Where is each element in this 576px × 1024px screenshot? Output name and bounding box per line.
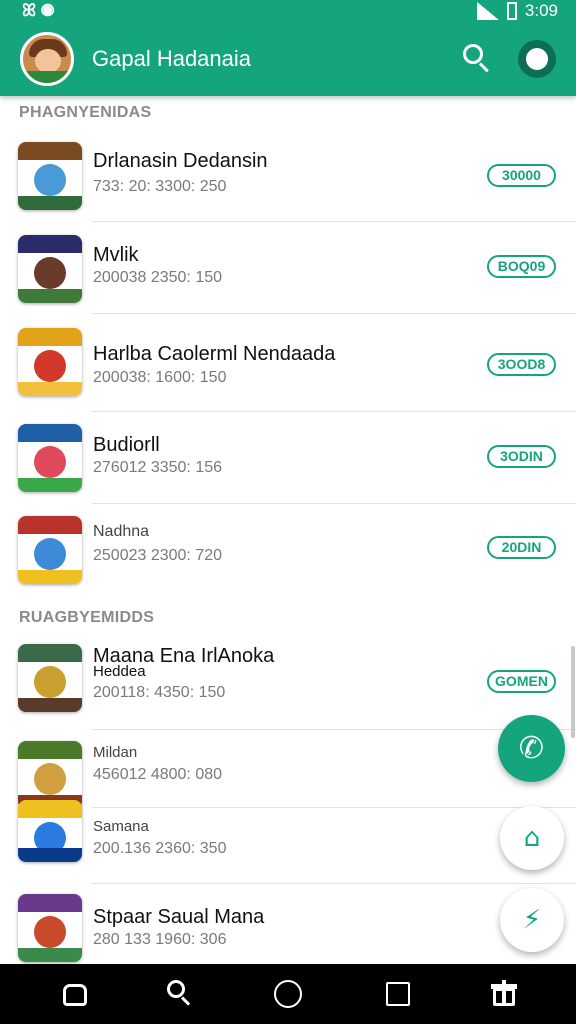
app-name: Drlanasin Dedansin	[93, 150, 268, 172]
app-subname: Heddea	[93, 663, 146, 680]
square-icon[interactable]	[382, 978, 414, 1010]
list-item[interactable]: Mildan 456012 4800: 080	[0, 730, 576, 809]
search-icon[interactable]	[165, 978, 197, 1010]
avatar[interactable]	[20, 32, 74, 86]
section-header: RUAGBYEMIDDS	[19, 609, 155, 626]
app-bar: ꕤ ◉ 3:09 Gapal Hadanaia	[0, 0, 576, 96]
app-thumbnail	[18, 516, 82, 584]
app-thumbnail	[18, 424, 82, 492]
list-item[interactable]: Samana 200.136 2360: 350	[0, 800, 576, 884]
app-thumbnail	[18, 142, 82, 210]
list-item[interactable]: Stpaar Saual Mana 280 133 1960: 306	[0, 884, 576, 964]
status-left-icons: ꕤ ◉	[22, 1, 55, 20]
app-name: Stpaar Saual Mana	[93, 906, 265, 928]
app-meta: 733: 20: 3300: 250	[93, 178, 227, 195]
action-button[interactable]: 3ODIN	[487, 445, 556, 468]
status-time: 3:09	[524, 1, 558, 20]
gift-icon[interactable]	[488, 978, 520, 1010]
app-name: Budiorll	[93, 434, 160, 456]
action-button[interactable]: BOQ09	[487, 255, 556, 278]
phone-icon: ✆	[518, 731, 545, 766]
status-right: 3:09	[476, 1, 558, 21]
list-item[interactable]: Maana Ena IrlAnoka Heddea 200118: 4350: …	[0, 630, 576, 730]
app-meta: 200038 2350: 150	[93, 269, 223, 286]
app-meta: 280 133 1960: 306	[93, 931, 227, 948]
app-name: Harlba Caolerml Nendaada	[93, 343, 336, 365]
house-icon: ⌂	[523, 823, 541, 853]
profile-icon[interactable]	[518, 40, 556, 78]
search-icon[interactable]	[461, 42, 491, 73]
action-button[interactable]: 3OOD8	[487, 353, 556, 376]
battery-icon	[506, 2, 517, 20]
list-item[interactable]: Drlanasin Dedansin 733: 20: 3300: 250 30…	[0, 128, 576, 222]
list-item[interactable]: Mvlik 200038 2350: 150 BOQ09	[0, 222, 576, 314]
app-meta: 200118: 4350: 150	[93, 684, 226, 701]
app-thumbnail	[18, 235, 82, 303]
scrollbar[interactable]	[571, 646, 575, 738]
app-meta: 200038: 1600: 150	[93, 369, 227, 386]
app-name: Nadhna	[93, 523, 150, 540]
circle-icon[interactable]	[272, 978, 304, 1010]
action-button[interactable]: 30000	[487, 164, 556, 187]
page-title: Gapal Hadanaia	[92, 46, 252, 71]
list-item[interactable]: Harlba Caolerml Nendaada 200038: 1600: 1…	[0, 314, 576, 412]
action-button[interactable]: GOMEN	[487, 670, 556, 693]
bolt-icon: ⚡	[522, 905, 542, 935]
action-button[interactable]: 20DIN	[487, 536, 556, 559]
app-thumbnail	[18, 328, 82, 396]
app-thumbnail	[18, 800, 82, 862]
app-thumbnail	[18, 894, 82, 962]
home-fab[interactable]: ⌂	[500, 806, 564, 870]
app-name: Mildan	[93, 744, 138, 761]
list-item[interactable]: Nadhna 250023 2300: 720 20DIN	[0, 504, 576, 594]
signal-icon	[476, 2, 499, 20]
app-meta: 250023 2300: 720	[93, 547, 223, 564]
bolt-fab[interactable]: ⚡	[500, 888, 564, 952]
status-bar: ꕤ ◉ 3:09	[0, 0, 576, 24]
app-name: Mvlik	[93, 244, 139, 266]
bottom-nav	[0, 964, 576, 1024]
app-thumbnail	[18, 644, 82, 712]
home-icon[interactable]	[59, 978, 91, 1010]
app-name: Samana	[93, 818, 149, 835]
app-meta: 276012 3350: 156	[93, 459, 223, 476]
app-thumbnail	[18, 741, 82, 809]
app-meta: 200.136 2360: 350	[93, 840, 227, 857]
list-item[interactable]: Budiorll 276012 3350: 156 3ODIN	[0, 412, 576, 504]
call-fab[interactable]: ✆	[498, 715, 565, 782]
section-header: PHAGNYENIDAS	[19, 104, 152, 121]
app-meta: 456012 4800: 080	[93, 766, 223, 783]
